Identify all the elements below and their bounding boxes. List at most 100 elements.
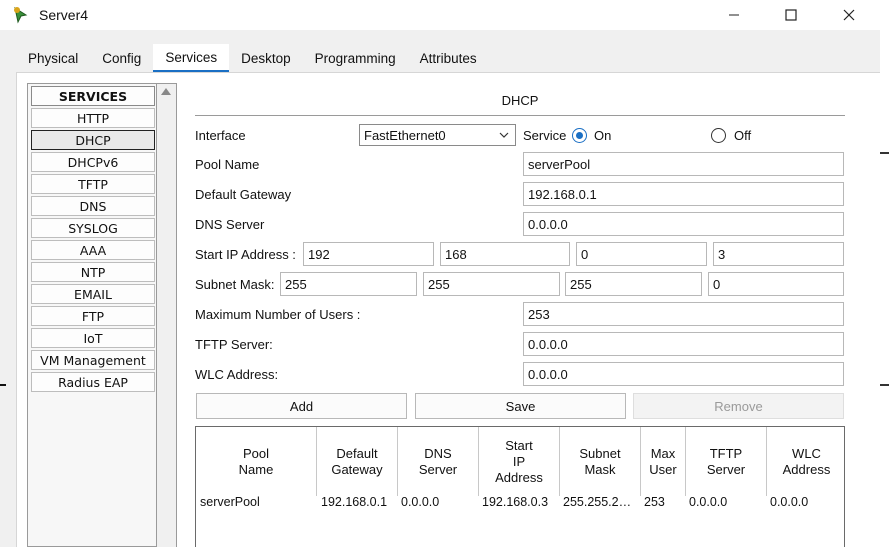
service-item-dhcp[interactable]: DHCP: [31, 130, 155, 150]
maximize-button[interactable]: [768, 0, 814, 30]
cell-default-gateway: 192.168.0.1: [321, 495, 388, 509]
service-item-iot[interactable]: IoT: [31, 328, 155, 348]
service-off-radio[interactable]: [711, 128, 726, 143]
maximize-icon: [785, 9, 797, 21]
subnet-octet-2[interactable]: [423, 272, 560, 296]
tab-bar: Physical Config Services Desktop Program…: [16, 44, 489, 72]
column-header-text: Default: [336, 445, 378, 461]
max-users-label: Maximum Number of Users :: [195, 307, 361, 322]
column-header-text: Pool: [242, 445, 270, 461]
cell-wlc-address: 0.0.0.0: [770, 495, 809, 509]
section-title: DHCP: [501, 93, 539, 108]
service-item-tftp[interactable]: TFTP: [31, 174, 155, 194]
column-header-text: Address: [782, 461, 831, 477]
max-users-field[interactable]: [523, 302, 844, 326]
service-item-email[interactable]: EMAIL: [31, 284, 155, 304]
cell-pool-name: serverPool: [200, 495, 260, 509]
tab-services[interactable]: Services: [153, 44, 230, 72]
start-ip-octet-1[interactable]: [303, 242, 434, 266]
scroll-up-arrow-icon[interactable]: [161, 88, 171, 95]
service-off-label: Off: [734, 128, 752, 143]
save-button[interactable]: Save: [415, 393, 626, 419]
services-scrollbar[interactable]: [157, 83, 177, 547]
section-divider: [195, 115, 845, 116]
service-on-radio[interactable]: [572, 128, 587, 143]
subnet-octet-3[interactable]: [565, 272, 702, 296]
close-button[interactable]: [826, 0, 872, 30]
window-edge-mark: [0, 384, 6, 386]
right-edge: [880, 30, 889, 547]
add-button[interactable]: Add: [196, 393, 407, 419]
dhcp-pools-table: Pool Name Default Gateway DNS Server Start I…: [195, 426, 845, 547]
cell-start-ip: 192.168.0.3: [482, 495, 549, 509]
packet-tracer-icon: [14, 6, 28, 24]
column-header[interactable]: TFTP Server: [686, 427, 767, 496]
column-header-text: Start: [505, 437, 533, 453]
interface-label: Interface: [195, 128, 246, 143]
column-header-text: Address: [495, 469, 543, 485]
start-ip-label: Start IP Address :: [195, 247, 296, 262]
column-header-text: User: [649, 461, 677, 477]
column-header-text: Server: [418, 461, 458, 477]
cell-dns-server: 0.0.0.0: [401, 495, 440, 509]
right-edge-mark: [880, 384, 889, 386]
tab-physical[interactable]: Physical: [16, 44, 91, 72]
start-ip-octet-2[interactable]: [440, 242, 570, 266]
service-item-syslog[interactable]: SYSLOG: [31, 218, 155, 238]
default-gateway-field[interactable]: [523, 182, 844, 206]
service-item-dns[interactable]: DNS: [31, 196, 155, 216]
minimize-button[interactable]: [711, 0, 757, 30]
cell-max-user: 253: [644, 495, 665, 509]
remove-button[interactable]: Remove: [633, 393, 844, 419]
tab-attributes[interactable]: Attributes: [407, 44, 489, 72]
column-header[interactable]: Pool Name: [196, 427, 317, 496]
service-on-label: On: [594, 128, 612, 143]
tab-desktop[interactable]: Desktop: [229, 44, 303, 72]
service-item-radius-eap[interactable]: Radius EAP: [31, 372, 155, 392]
cell-tftp-server: 0.0.0.0: [689, 495, 728, 509]
column-header-text: Max: [650, 445, 676, 461]
column-header-text: Server: [706, 461, 746, 477]
subnet-mask-label: Subnet Mask:: [195, 277, 275, 292]
title-bar: Server4: [0, 0, 889, 30]
pool-name-field[interactable]: [523, 152, 844, 176]
column-header-text: IP: [512, 453, 526, 469]
column-header[interactable]: DNS Server: [398, 427, 479, 496]
tab-programming[interactable]: Programming: [302, 44, 408, 72]
service-item-ftp[interactable]: FTP: [31, 306, 155, 326]
default-gateway-label: Default Gateway: [195, 187, 292, 202]
column-header-text: Gateway: [331, 461, 383, 477]
tab-config[interactable]: Config: [90, 44, 154, 72]
window-title: Server4: [39, 7, 89, 23]
column-header-text: TFTP: [709, 445, 743, 461]
column-header[interactable]: WLC Address: [767, 427, 846, 496]
service-item-vm-management[interactable]: VM Management: [31, 350, 155, 370]
column-header-text: WLC: [792, 445, 821, 461]
interface-value: FastEthernet0: [364, 127, 446, 143]
subnet-octet-4[interactable]: [708, 272, 844, 296]
pool-name-label: Pool Name: [195, 157, 260, 172]
wlc-address-field[interactable]: [523, 362, 844, 386]
interface-select[interactable]: FastEthernet0: [359, 124, 516, 146]
cell-subnet-mask: 255.255.2…: [563, 495, 632, 509]
tftp-server-label: TFTP Server:: [195, 337, 273, 352]
close-icon: [843, 9, 855, 21]
dns-server-label: DNS Server: [195, 217, 265, 232]
service-item-aaa[interactable]: AAA: [31, 240, 155, 260]
subnet-octet-1[interactable]: [280, 272, 417, 296]
service-item-ntp[interactable]: NTP: [31, 262, 155, 282]
column-header-text: Mask: [584, 461, 616, 477]
start-ip-octet-4[interactable]: [713, 242, 844, 266]
column-header[interactable]: Start IP Address: [479, 427, 560, 496]
column-header-text: Subnet: [579, 445, 621, 461]
column-header[interactable]: Subnet Mask: [560, 427, 641, 496]
service-item-dhcpv6[interactable]: DHCPv6: [31, 152, 155, 172]
services-list: SERVICES HTTP DHCP DHCPv6 TFTP DNS SYSLO…: [27, 83, 157, 547]
column-header[interactable]: Max User: [641, 427, 686, 496]
dns-server-field[interactable]: [523, 212, 844, 236]
wlc-address-label: WLC Address:: [195, 367, 279, 382]
start-ip-octet-3[interactable]: [576, 242, 707, 266]
tftp-server-field[interactable]: [523, 332, 844, 356]
column-header[interactable]: Default Gateway: [317, 427, 398, 496]
service-item-http[interactable]: HTTP: [31, 108, 155, 128]
